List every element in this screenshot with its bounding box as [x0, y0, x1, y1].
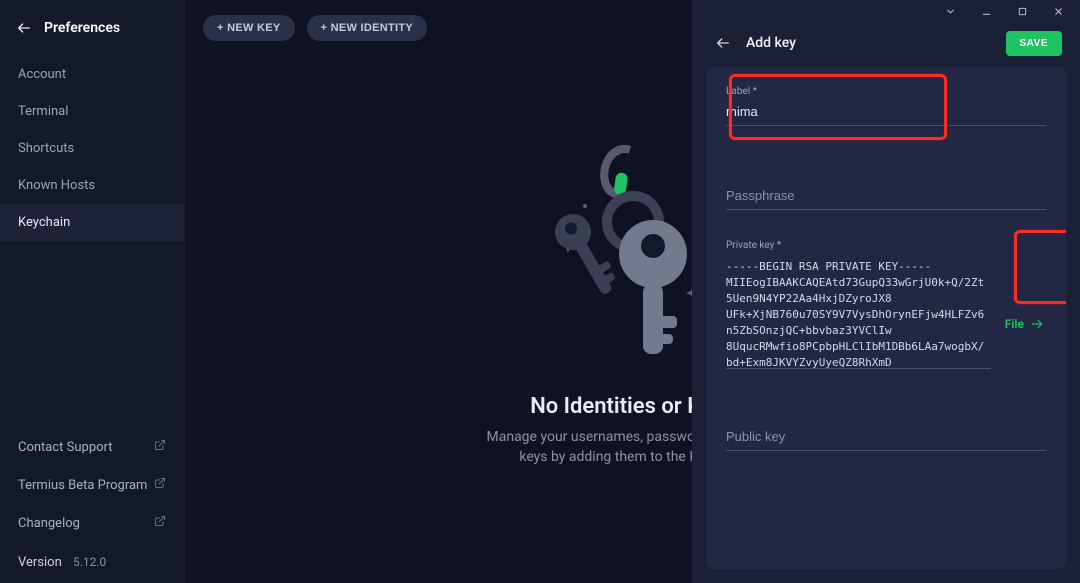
footer-item-label: Changelog [18, 516, 80, 531]
save-button[interactable]: SAVE [1006, 31, 1063, 56]
new-key-button[interactable]: + NEW KEY [203, 15, 295, 41]
preferences-header: Preferences [0, 0, 184, 56]
drawer-body: Label * Private key * File [706, 66, 1066, 569]
footer-beta-program[interactable]: Termius Beta Program [0, 466, 184, 504]
version-row: Version 5.12.0 [0, 542, 184, 583]
private-key-text-wrap: Private key * [726, 240, 991, 373]
label-field-label: Label * [726, 86, 757, 97]
preferences-sidebar: Preferences Account Terminal Shortcuts K… [0, 0, 185, 583]
version-number: 5.12.0 [73, 555, 106, 569]
file-button-label: File [1005, 317, 1024, 331]
public-key-input[interactable] [726, 423, 1046, 451]
passphrase-field [726, 182, 1046, 210]
sidebar-item-known-hosts[interactable]: Known Hosts [0, 167, 184, 204]
preferences-nav: Account Terminal Shortcuts Known Hosts K… [0, 56, 184, 241]
external-link-icon [154, 515, 166, 531]
file-button[interactable]: File [1003, 311, 1046, 337]
sidebar-item-account[interactable]: Account [0, 56, 184, 93]
private-key-textarea[interactable] [726, 259, 991, 369]
sidebar-footer: Contact Support Termius Beta Program Cha… [0, 428, 184, 583]
label-input[interactable] [726, 98, 1046, 126]
add-key-drawer: Add key SAVE Label * Private key * File [692, 0, 1080, 583]
version-label: Version [18, 555, 62, 570]
sidebar-item-shortcuts[interactable]: Shortcuts [0, 130, 184, 167]
footer-item-label: Termius Beta Program [18, 478, 147, 493]
sidebar-spacer [0, 241, 184, 428]
sidebar-item-terminal[interactable]: Terminal [0, 93, 184, 130]
preferences-title: Preferences [44, 20, 120, 36]
highlight-rect-file [1014, 230, 1066, 304]
private-key-field: Private key * File [726, 240, 1046, 373]
label-field: Label * [726, 98, 1046, 126]
sidebar-item-keychain[interactable]: Keychain [0, 204, 184, 241]
app-root: Preferences Account Terminal Shortcuts K… [0, 0, 1080, 583]
maximize-icon[interactable] [1008, 1, 1036, 21]
drawer-title: Add key [746, 35, 992, 51]
window-controls [692, 0, 1080, 22]
public-key-field [726, 423, 1046, 451]
footer-contact-support[interactable]: Contact Support [0, 428, 184, 466]
drawer-header: Add key SAVE [692, 22, 1080, 66]
chevron-down-icon[interactable] [936, 1, 964, 21]
passphrase-input[interactable] [726, 182, 1046, 210]
back-icon[interactable] [16, 20, 32, 36]
footer-item-label: Contact Support [18, 440, 113, 455]
external-link-icon [154, 439, 166, 455]
external-link-icon [154, 477, 166, 493]
new-identity-button[interactable]: + NEW IDENTITY [307, 15, 428, 41]
drawer-back-icon[interactable] [714, 34, 732, 52]
minimize-icon[interactable] [972, 1, 1000, 21]
arrow-right-icon [1030, 317, 1044, 331]
private-key-label: Private key * [726, 240, 991, 251]
footer-changelog[interactable]: Changelog [0, 504, 184, 542]
close-icon[interactable] [1044, 1, 1072, 21]
